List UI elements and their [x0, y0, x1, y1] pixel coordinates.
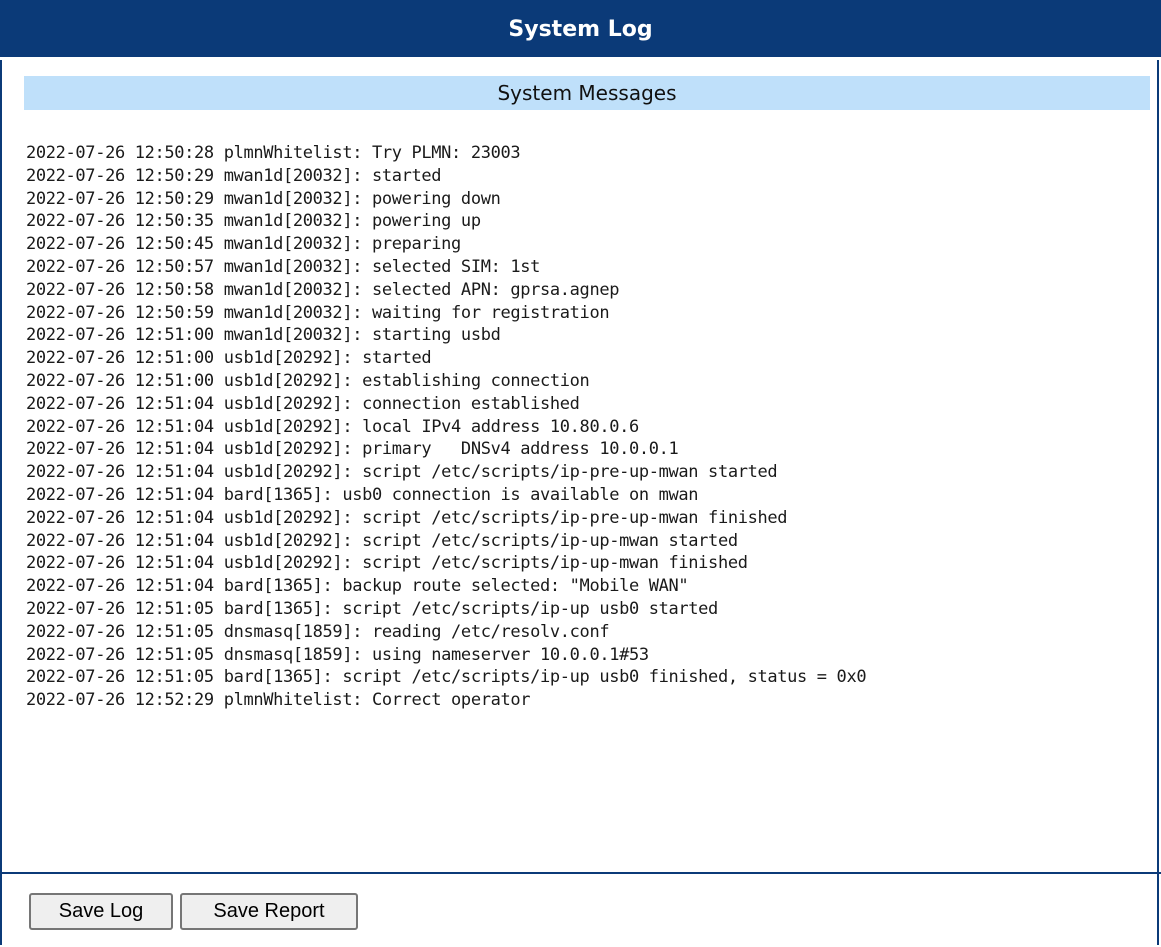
save-report-button[interactable]: Save Report	[180, 893, 358, 930]
log-line: 2022-07-26 12:51:05 dnsmasq[1859]: readi…	[26, 621, 610, 642]
log-line: 2022-07-26 12:51:04 bard[1365]: usb0 con…	[26, 484, 699, 505]
log-line: 2022-07-26 12:51:04 usb1d[20292]: primar…	[26, 439, 679, 460]
save-log-button[interactable]: Save Log	[29, 893, 173, 930]
log-line: 2022-07-26 12:50:57 mwan1d[20032]: selec…	[26, 256, 541, 277]
divider	[0, 872, 1161, 874]
log-line: 2022-07-26 12:51:04 bard[1365]: backup r…	[26, 576, 689, 597]
log-line: 2022-07-26 12:50:58 mwan1d[20032]: selec…	[26, 279, 620, 300]
log-line: 2022-07-26 12:50:28 plmnWhitelist: Try P…	[26, 143, 521, 163]
log-line: 2022-07-26 12:51:05 bard[1365]: script /…	[26, 598, 718, 619]
log-line: 2022-07-26 12:51:04 usb1d[20292]: connec…	[26, 393, 580, 414]
log-line: 2022-07-26 12:51:04 usb1d[20292]: script…	[26, 553, 748, 574]
log-line: 2022-07-26 12:51:04 usb1d[20292]: script…	[26, 530, 738, 551]
log-line: 2022-07-26 12:51:04 usb1d[20292]: script…	[26, 507, 788, 528]
log-line: 2022-07-26 12:51:00 mwan1d[20032]: start…	[26, 325, 501, 346]
log-line: 2022-07-26 12:50:45 mwan1d[20032]: prepa…	[26, 234, 461, 255]
log-line: 2022-07-26 12:51:00 usb1d[20292]: establ…	[26, 370, 590, 391]
log-line: 2022-07-26 12:51:04 usb1d[20292]: script…	[26, 462, 778, 483]
log-line: 2022-07-26 12:51:04 usb1d[20292]: local …	[26, 416, 639, 437]
section-heading: System Messages	[24, 76, 1150, 110]
log-line: 2022-07-26 12:50:59 mwan1d[20032]: waiti…	[26, 302, 610, 323]
log-line: 2022-07-26 12:51:05 dnsmasq[1859]: using…	[26, 644, 649, 665]
log-messages: 2022-07-26 12:50:28 plmnWhitelist: Try P…	[26, 142, 1156, 712]
page-title: System Log	[0, 0, 1161, 60]
log-line: 2022-07-26 12:50:29 mwan1d[20032]: power…	[26, 188, 501, 209]
log-line: 2022-07-26 12:51:05 bard[1365]: script /…	[26, 667, 867, 688]
log-line: 2022-07-26 12:50:35 mwan1d[20032]: power…	[26, 211, 481, 232]
log-line: 2022-07-26 12:50:29 mwan1d[20032]: start…	[26, 165, 442, 186]
log-line: 2022-07-26 12:51:00 usb1d[20292]: starte…	[26, 348, 432, 369]
log-line: 2022-07-26 12:52:29 plmnWhitelist: Corre…	[26, 690, 531, 711]
